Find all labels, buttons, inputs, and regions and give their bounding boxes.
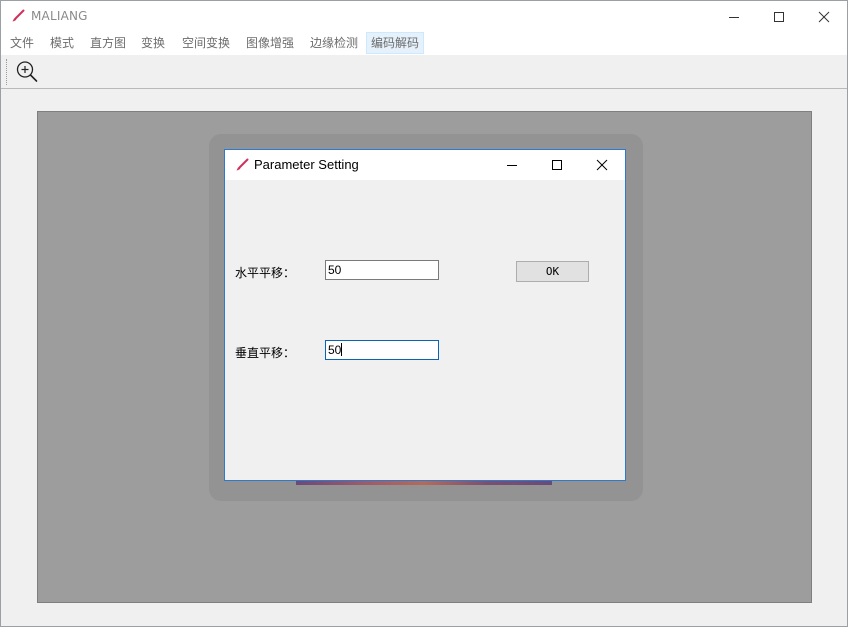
toolbar-grip[interactable] [6, 59, 8, 85]
main-window: MALIANG 文件 模式 直方图 变换 空间变换 图像增强 边缘检测 编码解码 [0, 0, 848, 627]
menu-image-enhance[interactable]: 图像增强 [242, 32, 298, 54]
dialog-close-button[interactable] [579, 150, 624, 180]
title-bar[interactable]: MALIANG [1, 1, 847, 32]
close-icon [818, 11, 830, 22]
vertical-shift-value: 50 [328, 343, 342, 357]
minimize-button[interactable] [711, 1, 757, 32]
vertical-shift-input[interactable]: 50 [325, 340, 439, 360]
brush-icon [236, 158, 249, 171]
menu-mode[interactable]: 模式 [46, 32, 78, 54]
horizontal-shift-input[interactable]: 50 [325, 260, 439, 280]
menu-bar: 文件 模式 直方图 变换 空间变换 图像增强 边缘检测 编码解码 [1, 32, 847, 55]
zoom-in-button[interactable] [14, 59, 40, 85]
maximize-icon [551, 160, 562, 170]
menu-transform[interactable]: 变换 [137, 32, 169, 54]
brush-icon [12, 9, 25, 22]
close-button[interactable] [801, 1, 847, 32]
zoom-in-icon [16, 61, 38, 82]
minimize-icon [506, 165, 517, 166]
menu-encode-decode[interactable]: 编码解码 [366, 32, 425, 54]
close-icon [596, 159, 607, 171]
horizontal-shift-label: 水平平移： [235, 266, 296, 280]
maximize-icon [774, 11, 784, 22]
vertical-shift-label: 垂直平移： [235, 346, 296, 360]
menu-histogram[interactable]: 直方图 [86, 32, 130, 54]
horizontal-shift-value: 50 [328, 263, 342, 277]
menu-file[interactable]: 文件 [6, 32, 38, 54]
dialog-maximize-button[interactable] [534, 150, 579, 180]
dialog-title: Parameter Setting [254, 157, 359, 172]
minimize-icon [729, 16, 739, 18]
dialog-title-bar[interactable]: Parameter Setting [225, 150, 625, 180]
app-title: MALIANG [31, 9, 88, 23]
menu-edge-detection[interactable]: 边缘检测 [306, 32, 362, 54]
dialog-minimize-button[interactable] [489, 150, 534, 180]
parameter-dialog: Parameter Setting 水平平移： 50 垂直平移： 50 OK [224, 149, 626, 481]
toolbar [1, 55, 847, 89]
maximize-button[interactable] [756, 1, 802, 32]
ok-button[interactable]: OK [516, 261, 589, 282]
text-caret [341, 343, 343, 356]
menu-spatial-transform[interactable]: 空间变换 [178, 32, 234, 54]
